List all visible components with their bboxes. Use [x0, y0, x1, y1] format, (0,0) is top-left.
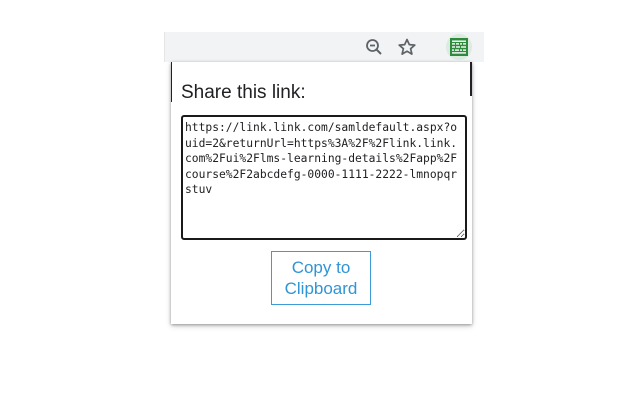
- extension-logo-icon[interactable]: [450, 38, 468, 56]
- browser-toolbar: [164, 32, 484, 62]
- popup-border: [171, 62, 172, 102]
- share-link-textarea[interactable]: https://link.link.com/samldefault.aspx?o…: [181, 115, 467, 240]
- star-icon[interactable]: [396, 36, 418, 58]
- toolbar-divider: [164, 32, 165, 62]
- popup-border: [470, 62, 472, 96]
- popup-heading: Share this link:: [181, 82, 306, 103]
- zoom-out-icon[interactable]: [363, 36, 385, 58]
- screen: Share this link: https://link.link.com/s…: [0, 0, 640, 400]
- copy-to-clipboard-button[interactable]: Copy to Clipboard: [271, 251, 371, 305]
